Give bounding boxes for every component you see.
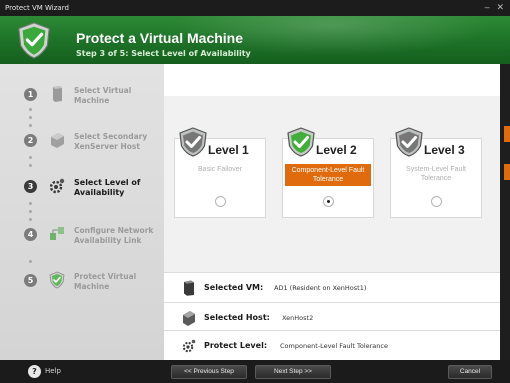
- title-bar: Protect VM Wizard ‒ ✕: [0, 0, 510, 16]
- step-label: Select Secondary XenServer Host: [74, 132, 148, 151]
- help-icon[interactable]: ?: [28, 365, 41, 378]
- step-number: 5: [24, 274, 37, 287]
- step-connector: [29, 156, 32, 172]
- level-selection-panel: Level 1 Basic Failover Level 2 Component…: [164, 96, 510, 272]
- wizard-header: Protect a Virtual Machine Step 3 of 5: S…: [0, 16, 510, 64]
- shield-check-icon: [49, 271, 65, 289]
- server-host-icon: [51, 133, 64, 148]
- step-number: 3: [24, 180, 37, 193]
- virtual-machine-icon: [184, 280, 194, 296]
- green-shield-check-icon: [18, 22, 50, 59]
- shield-check-icon: [287, 127, 315, 157]
- step-label: Protect Virtual Machine: [74, 272, 137, 291]
- level-1-radio[interactable]: [215, 196, 226, 207]
- selected-vm-label: Selected VM:: [204, 283, 264, 292]
- level-1-card[interactable]: Level 1 Basic Failover: [174, 127, 266, 218]
- network-link-icon: [50, 227, 64, 240]
- close-icon[interactable]: ✕: [496, 0, 504, 16]
- availability-gear-icon: [49, 178, 65, 194]
- window-edge: [500, 64, 510, 360]
- minimize-icon[interactable]: ‒: [484, 0, 490, 16]
- level-description: System-Level Fault Tolerance: [406, 166, 466, 182]
- cancel-button[interactable]: Cancel: [448, 365, 492, 379]
- previous-step-button[interactable]: << Previous Step: [171, 365, 247, 379]
- selected-host-value: XenHost2: [282, 314, 314, 322]
- level-description: Component-Level Fault Tolerance: [285, 164, 371, 186]
- server-host-icon: [183, 311, 195, 326]
- window-title: Protect VM Wizard: [5, 4, 69, 12]
- selected-vm-value: AD1 (Resident on XenHost1): [274, 284, 367, 292]
- step-connector: [29, 260, 32, 268]
- level-3-card[interactable]: Level 3 System-Level Fault Tolerance: [390, 127, 482, 218]
- level-title: Level 3: [424, 143, 465, 157]
- page-title: Protect a Virtual Machine: [76, 30, 244, 46]
- level-description: Basic Failover: [198, 166, 242, 173]
- level-2-radio[interactable]: [323, 196, 334, 207]
- selected-vm-row: Selected VM: AD1 (Resident on XenHost1): [164, 272, 510, 302]
- shield-check-icon: [395, 127, 423, 157]
- page-subtitle: Step 3 of 5: Select Level of Availabilit…: [76, 49, 251, 58]
- next-step-button[interactable]: Next Step >>: [255, 365, 331, 379]
- level-3-radio[interactable]: [431, 196, 442, 207]
- step-connector: [29, 108, 32, 132]
- wizard-window: Protect VM Wizard ‒ ✕ Protect a Virtual …: [0, 0, 510, 383]
- level-2-card[interactable]: Level 2 Component-Level Fault Tolerance: [282, 127, 374, 218]
- selected-host-row: Selected Host: XenHost2: [164, 302, 510, 332]
- protect-level-label: Protect Level:: [204, 341, 268, 350]
- step-number: 2: [24, 134, 37, 147]
- step-label: Select Virtual Machine: [74, 86, 132, 105]
- step-number: 4: [24, 228, 37, 241]
- protect-level-value: Component-Level Fault Tolerance: [280, 342, 388, 350]
- help-link[interactable]: Help: [45, 367, 61, 375]
- level-title: Level 2: [316, 143, 357, 157]
- virtual-machine-icon: [53, 86, 62, 102]
- step-label: Select Level of Availability: [74, 178, 141, 197]
- availability-gear-icon: [182, 339, 196, 353]
- wizard-footer: ? Help << Previous Step Next Step >> Can…: [0, 360, 510, 383]
- selected-host-label: Selected Host:: [204, 313, 270, 322]
- step-number: 1: [24, 88, 37, 101]
- step-label: Configure Network Availability Link: [74, 226, 154, 245]
- wizard-content: Level 1 Basic Failover Level 2 Component…: [164, 64, 510, 360]
- shield-check-icon: [179, 127, 207, 157]
- protect-level-row: Protect Level: Component-Level Fault Tol…: [164, 330, 510, 360]
- wizard-steps-sidebar: 1 Select Virtual Machine 2 Select Second…: [0, 64, 164, 360]
- level-title: Level 1: [208, 143, 249, 157]
- step-connector: [29, 202, 32, 226]
